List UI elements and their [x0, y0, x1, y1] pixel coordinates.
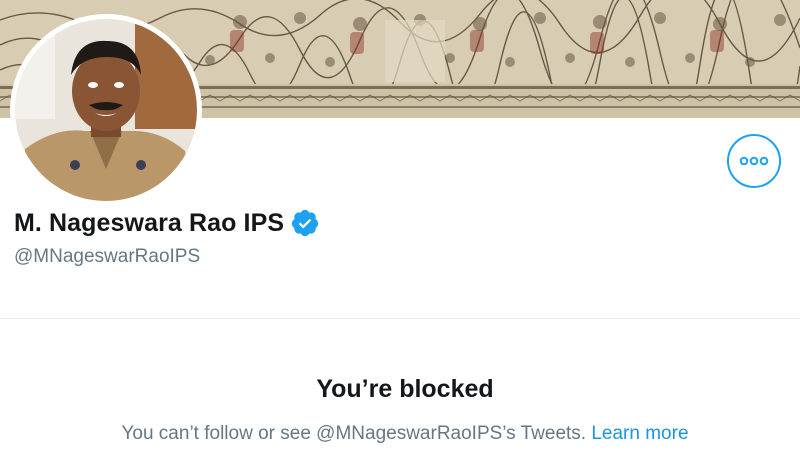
profile-avatar[interactable] — [10, 14, 202, 206]
blocked-title: You’re blocked — [316, 375, 494, 403]
more-options-icon — [739, 156, 769, 166]
blocked-message-text: You can’t follow or see @MNageswarRaoIPS… — [121, 423, 587, 444]
verified-badge-icon — [290, 208, 320, 238]
display-name: M. Nageswara Rao IPS — [14, 208, 285, 237]
learn-more-link[interactable]: Learn more — [591, 423, 688, 444]
profile-handle: @MNageswarRaoIPS — [14, 246, 201, 267]
blocked-message: You can’t follow or see @MNageswarRaoIPS… — [0, 423, 800, 445]
section-divider — [0, 318, 800, 319]
profile-name-row: M. Nageswara Rao IPS — [14, 208, 320, 238]
more-options-button[interactable] — [727, 134, 781, 188]
